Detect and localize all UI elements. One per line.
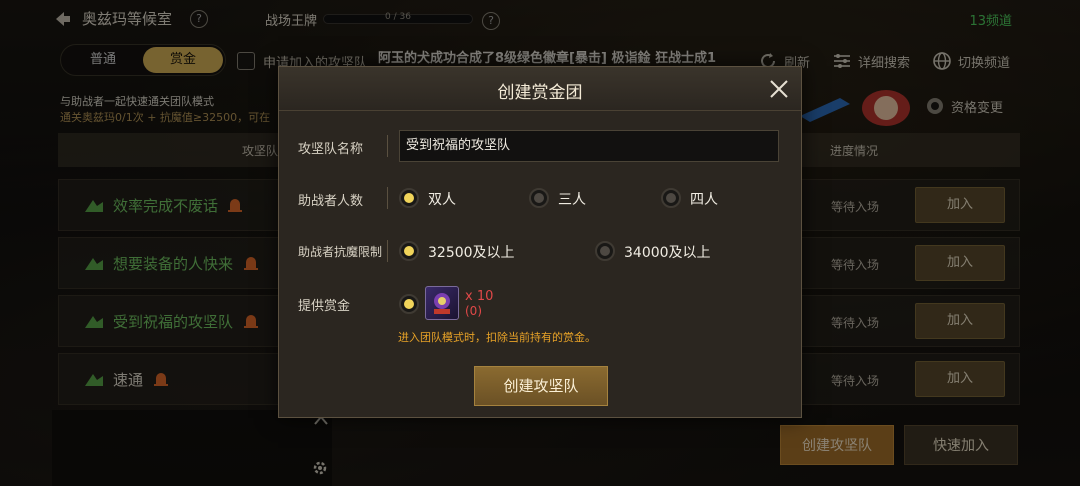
bounty-radio[interactable] <box>399 294 419 314</box>
party-name-label: 攻坚队名称 <box>298 142 364 157</box>
close-icon[interactable] <box>769 79 789 99</box>
helper-count-2-radio[interactable] <box>399 188 419 208</box>
helper-count-4-label: 四人 <box>690 192 718 208</box>
bounty-owned-count: (0) <box>465 304 482 318</box>
confirm-create-button[interactable]: 创建攻坚队 <box>474 366 608 406</box>
resist-32500-label: 32500及以上 <box>428 245 515 261</box>
helper-count-2-label: 双人 <box>428 192 456 208</box>
party-name-input[interactable]: 受到祝福的攻坚队 <box>399 130 779 162</box>
resist-32500-radio[interactable] <box>399 241 419 261</box>
divider <box>387 240 388 262</box>
helper-count-3-radio[interactable] <box>529 188 549 208</box>
bounty-token-icon <box>434 293 450 314</box>
resist-34000-radio[interactable] <box>595 241 615 261</box>
dialog-title: 创建赏金团 <box>497 83 583 103</box>
resist-34000-label: 34000及以上 <box>624 245 711 261</box>
bounty-quantity: x 10 <box>465 289 494 304</box>
bounty-item-icon[interactable] <box>425 286 459 320</box>
bounty-label: 提供赏金 <box>298 299 351 314</box>
helper-count-3-label: 三人 <box>558 192 586 208</box>
helper-count-label: 助战者人数 <box>298 194 364 209</box>
divider <box>387 135 388 157</box>
bounty-note: 进入团队模式时，扣除当前持有的赏金。 <box>398 331 596 344</box>
dialog-header: 创建赏金团 <box>279 67 801 111</box>
divider <box>387 187 388 209</box>
resist-limit-label: 助战者抗魔限制 <box>298 245 383 259</box>
create-bounty-party-dialog: 创建赏金团 攻坚队名称 受到祝福的攻坚队 助战者人数 双人 三人 四人 助战者抗… <box>278 66 802 418</box>
helper-count-4-radio[interactable] <box>661 188 681 208</box>
